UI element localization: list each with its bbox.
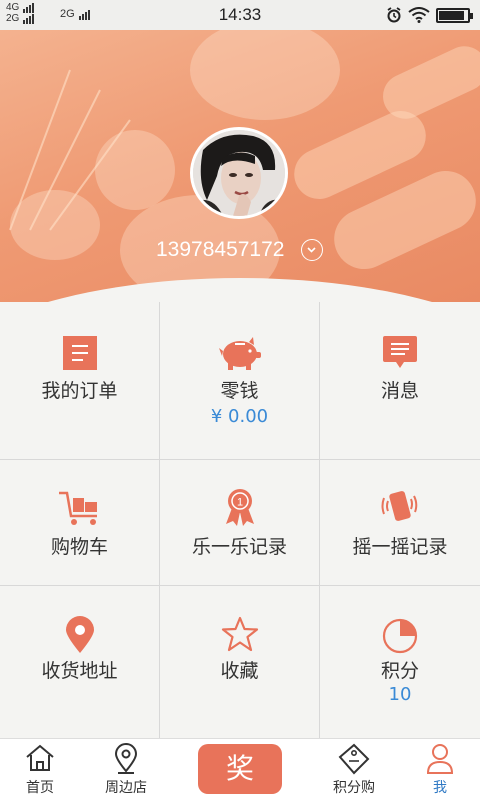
user-icon <box>426 744 454 774</box>
battery-level <box>439 10 464 20</box>
message-icon <box>383 336 417 368</box>
battery-icon <box>436 7 473 23</box>
my-orders-label: 我的订单 <box>41 380 118 402</box>
change-label: 零钱 <box>220 380 259 402</box>
tag-icon <box>338 743 370 775</box>
shake-phone-icon <box>381 491 418 521</box>
points-label: 积分 <box>380 660 419 682</box>
favorites-cell[interactable]: 收藏 <box>160 586 320 738</box>
account-expand-button[interactable] <box>301 239 323 261</box>
phone-number[interactable]: 13978457172 <box>156 238 284 262</box>
points-cell[interactable]: 积分 10 <box>320 586 480 738</box>
favorites-label: 收藏 <box>220 660 259 682</box>
header-curve <box>0 278 480 302</box>
cart-label: 购物车 <box>50 536 108 558</box>
piggy-bank-icon <box>218 337 261 370</box>
tab-me-label: 我 <box>433 780 447 796</box>
shake-record-cell[interactable]: 摇一摇记录 <box>320 460 480 586</box>
tab-home-label: 首页 <box>26 780 54 796</box>
points-value: 10 <box>388 684 412 705</box>
address-label: 收货地址 <box>41 660 118 682</box>
chevron-down-icon <box>307 247 316 253</box>
background-bread <box>375 38 480 127</box>
avatar-image <box>193 130 285 216</box>
tab-nearby[interactable]: 周边店 <box>86 739 166 800</box>
wifi-icon <box>408 7 430 23</box>
status-icons <box>386 6 473 24</box>
order-list-icon <box>62 336 97 370</box>
messages-cell[interactable]: 消息 <box>320 302 480 460</box>
svg-text:1: 1 <box>236 497 242 509</box>
star-icon <box>221 616 258 652</box>
tab-home[interactable]: 首页 <box>0 739 80 800</box>
avatar[interactable] <box>190 127 288 219</box>
cart-icon <box>58 491 97 525</box>
cart-cell[interactable]: 购物车 <box>0 460 160 586</box>
wheat-decoration <box>9 69 131 231</box>
tab-me[interactable]: 我 <box>400 739 480 800</box>
location-pin-icon <box>65 616 94 653</box>
profile-header: 13978457172 <box>0 30 480 302</box>
ribbon-badge-icon: 1 <box>225 489 254 526</box>
home-icon <box>26 744 54 771</box>
alarm-icon <box>387 7 401 23</box>
pie-chart-icon <box>382 618 418 654</box>
background-plate <box>190 30 340 120</box>
change-cell[interactable]: 零钱 ¥ 0.00 <box>160 302 320 460</box>
location-icon <box>114 743 138 774</box>
shake-record-label: 摇一摇记录 <box>352 536 448 558</box>
address-cell[interactable]: 收货地址 <box>0 586 160 738</box>
lottery-record-cell[interactable]: 1 乐一乐记录 <box>160 460 320 586</box>
change-value: ¥ 0.00 <box>210 406 269 427</box>
tab-points-shop[interactable]: 积分购 <box>314 739 394 800</box>
my-orders-cell[interactable]: 我的订单 <box>0 302 160 460</box>
tab-points-shop-label: 积分购 <box>333 780 375 796</box>
menu-grid: 我的订单 零钱 ¥ 0.00 消息 购物车 1 乐一乐记录 摇一摇记录 收货地址… <box>0 302 480 738</box>
prize-button[interactable]: 奖 <box>198 744 282 794</box>
tab-nearby-label: 周边店 <box>105 780 147 796</box>
status-bar: 4G 2G 2G 14:33 <box>0 0 480 30</box>
messages-label: 消息 <box>380 380 419 402</box>
lottery-record-label: 乐一乐记录 <box>191 536 287 558</box>
